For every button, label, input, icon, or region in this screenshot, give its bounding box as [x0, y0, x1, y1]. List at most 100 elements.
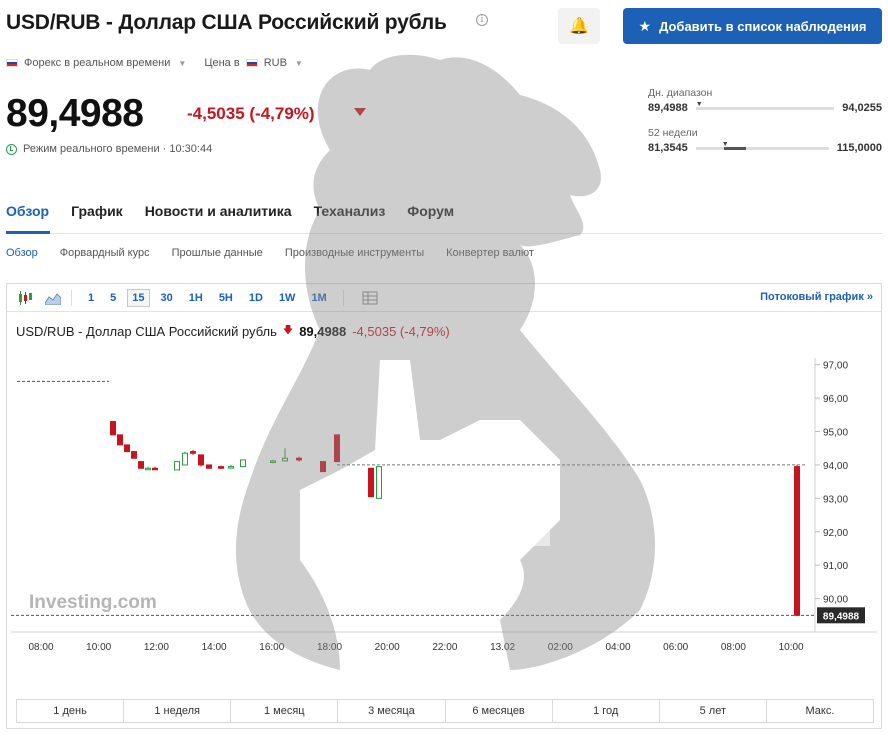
candle-body: [228, 466, 234, 469]
subtab-historical[interactable]: Прошлые данные: [172, 247, 263, 259]
chevron-down-icon[interactable]: ▼: [178, 59, 186, 68]
price-change: -4,5035 (-4,79%): [187, 104, 315, 123]
interval-5[interactable]: 5: [105, 289, 121, 307]
candle-body: [270, 460, 276, 463]
candle-body: [138, 461, 144, 469]
period-max[interactable]: Макс.: [767, 700, 873, 722]
tab-forum[interactable]: Форум: [407, 203, 454, 219]
period-1w[interactable]: 1 неделя: [124, 700, 232, 722]
day-range: Дн. диапазон 89,4988 ▼ 94,0255: [648, 87, 882, 114]
y-tick-label: 91,00: [823, 561, 848, 572]
info-icon[interactable]: i: [476, 14, 488, 26]
week52-range-bar: ▼: [695, 141, 829, 150]
candle-body: [296, 457, 302, 461]
watchlist-button-label: Добавить в список наблюдения: [659, 18, 867, 34]
russia-flag-icon: [6, 59, 18, 67]
candle-body: [174, 461, 180, 471]
week52-range-label: 52 недели: [648, 127, 698, 139]
table-view-icon[interactable]: [360, 290, 380, 306]
candle-body: [206, 464, 212, 469]
last-price: 89,4988: [6, 92, 144, 135]
price-chart[interactable]: 97,00 96,00 95,00 94,00 93,00 92,00 91,00 90,00…: [7, 340, 881, 670]
interval-1h[interactable]: 1H: [184, 289, 208, 307]
instrument-title: USD/RUB - Доллар США Российский рубль: [6, 11, 447, 34]
interval-1m[interactable]: 1M: [306, 289, 331, 307]
main-tabs: Обзор График Новости и аналитика Теханал…: [6, 203, 454, 219]
period-1d[interactable]: 1 день: [17, 700, 125, 722]
candle-body: [794, 466, 800, 616]
market-type[interactable]: Форекс в реальном времени: [24, 57, 170, 69]
x-tick-label: 02:00: [548, 642, 573, 653]
last-price-tag-label: 89,4988: [823, 611, 860, 622]
chart-title-row: USD/RUB - Доллар США Российский рубль 🡇 …: [16, 323, 450, 340]
candle-body: [110, 420, 116, 436]
down-arrow-icon: [354, 108, 366, 116]
interval-5h[interactable]: 5H: [214, 289, 238, 307]
interval-15[interactable]: 15: [127, 288, 150, 307]
area-chart-icon[interactable]: [43, 290, 63, 306]
day-range-label: Дн. диапазон: [648, 87, 713, 99]
candle-body: [198, 454, 204, 466]
candle-body: [124, 444, 130, 453]
x-tick-label: 16:00: [259, 642, 284, 653]
sub-tabs: Обзор Форвардный курс Прошлые данные Про…: [6, 247, 534, 259]
y-tick-label: 97,00: [823, 361, 848, 372]
tab-news[interactable]: Новости и аналитика: [145, 203, 292, 219]
y-tick-label: 96,00: [823, 394, 848, 405]
y-tick-label: 93,00: [823, 494, 848, 505]
candlestick-icon[interactable]: [15, 290, 35, 306]
subtab-overview[interactable]: Обзор: [6, 247, 38, 259]
candle-body: [282, 457, 288, 462]
price-in-label: Цена в: [204, 57, 240, 69]
tab-technical[interactable]: Теханализ: [314, 203, 386, 219]
candle-body: [240, 459, 246, 468]
week52-range: 52 недели 81,3545 ▼ 115,0000: [648, 127, 882, 154]
y-tick-label: 92,00: [823, 528, 848, 539]
candle-body: [145, 467, 151, 471]
chart-title-price: 89,4988: [299, 324, 347, 339]
add-to-watchlist-button[interactable]: ★ Добавить в список наблюдения: [623, 8, 882, 44]
subtab-derivatives[interactable]: Производные инструменты: [285, 247, 424, 259]
tab-chart[interactable]: График: [71, 203, 123, 219]
down-arrow-icon: 🡇: [282, 325, 294, 336]
candle-body: [334, 434, 340, 463]
market-meta-row: Форекс в реальном времени ▼ Цена в RUB ▼: [6, 57, 303, 69]
streaming-chart-link[interactable]: Потоковый график »: [760, 291, 873, 303]
realtime-text: Режим реального времени · 10:30:44: [23, 143, 213, 155]
candle-body: [117, 434, 123, 446]
chart-title-change: -4,5035 (-4,79%): [352, 324, 450, 339]
x-tick-label: 18:00: [317, 642, 342, 653]
x-tick-label: 14:00: [202, 642, 227, 653]
star-icon: ★: [638, 17, 652, 34]
subtab-forward[interactable]: Форвардный курс: [60, 247, 150, 259]
tabs-divider: [6, 233, 882, 234]
interval-1[interactable]: 1: [83, 289, 99, 307]
week52-range-high: 115,0000: [836, 142, 882, 154]
period-6m[interactable]: 6 месяцев: [446, 700, 553, 722]
day-range-low: 89,4988: [648, 102, 688, 114]
period-5y[interactable]: 5 лет: [660, 700, 767, 722]
period-3m[interactable]: 3 месяца: [338, 700, 446, 722]
period-1m[interactable]: 1 месяц: [231, 700, 339, 722]
subtab-converter[interactable]: Конвертер валют: [446, 247, 534, 259]
add-alert-button[interactable]: 🔔: [558, 8, 600, 44]
interval-1w[interactable]: 1W: [274, 289, 301, 307]
period-1y[interactable]: 1 год: [553, 700, 660, 722]
range-marker-icon: ▼: [695, 100, 703, 108]
currency-selector[interactable]: RUB: [264, 57, 287, 69]
clock-icon: [6, 143, 17, 155]
x-tick-label: 22:00: [432, 642, 457, 653]
x-tick-label: 06:00: [663, 642, 688, 653]
candle-body: [368, 467, 374, 498]
x-tick-label: 10:00: [86, 642, 111, 653]
chevron-down-icon[interactable]: ▼: [295, 59, 303, 68]
tab-overview[interactable]: Обзор: [6, 203, 49, 219]
interval-1d[interactable]: 1D: [244, 289, 268, 307]
candle-body: [218, 466, 224, 469]
x-tick-label: 08:00: [721, 642, 746, 653]
x-tick-label: 12:00: [144, 642, 169, 653]
interval-30[interactable]: 30: [156, 289, 178, 307]
candle-body: [131, 451, 137, 459]
chart-toolbar: 1 5 15 30 1H 5H 1D 1W 1M Потоковый графи…: [7, 284, 881, 312]
candle-body: [182, 452, 188, 466]
